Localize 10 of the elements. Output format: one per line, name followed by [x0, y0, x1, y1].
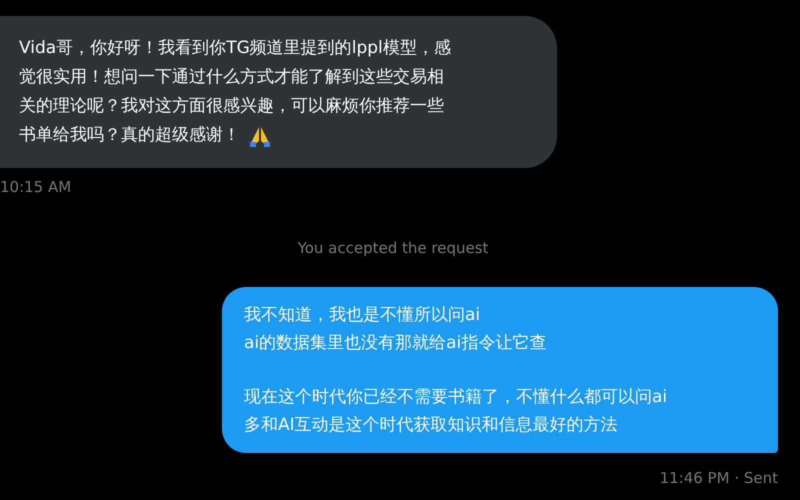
system-notice: You accepted the request	[298, 238, 488, 258]
message-text: Vida哥，你好呀！我看到你TG频道里提到的lppl模型，感	[19, 37, 451, 60]
message-time: 10:15 AM	[0, 177, 72, 198]
praying-hands-icon	[248, 124, 272, 146]
message-text: 书单给我吗？真的超级感谢！	[19, 124, 240, 147]
message-text: 我不知道，我也是不懂所以问ai ai的数据集里也没有那就给ai指令让它查	[244, 304, 548, 355]
message-text: 现在这个时代你已经不需要书籍了，不懂什么都可以问ai 多和AI互动是这个时代获取知识和信息最好的方法	[244, 386, 668, 437]
message-text: 觉很实用！想问一下通过什么方式才能了解到这些交易相	[19, 66, 444, 89]
message-time: 11:46 PM · Sent	[660, 468, 778, 489]
message-text: 关的理论呢？我对这方面很感兴趣，可以麻烦你推荐一些	[19, 95, 444, 118]
